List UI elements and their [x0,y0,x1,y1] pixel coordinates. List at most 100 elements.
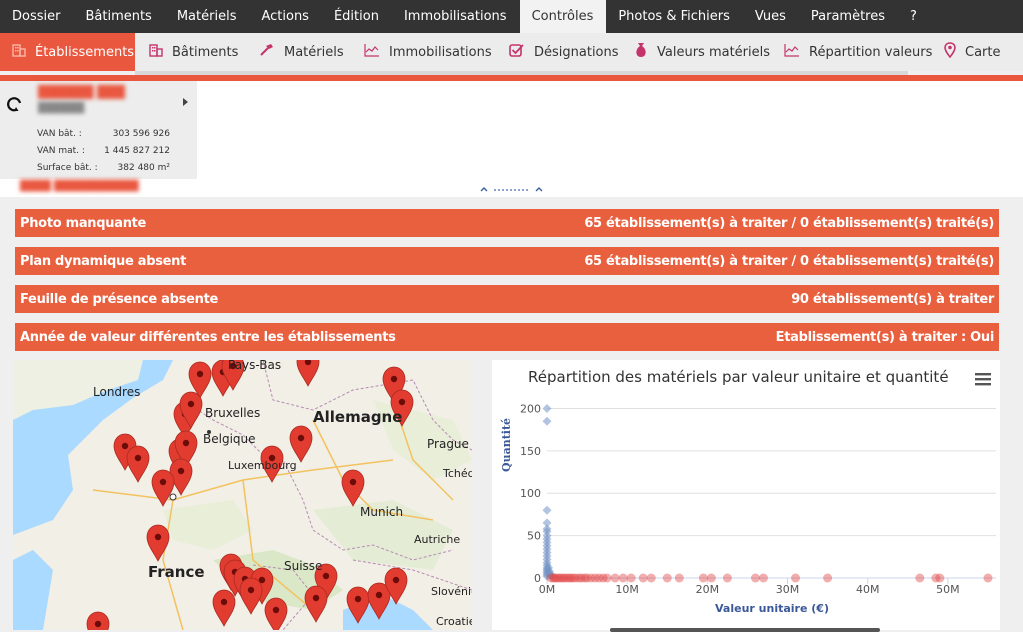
map-label: Bruxelles [205,406,261,420]
submenu-item-4[interactable]: Désignations [495,33,620,71]
money-bag-icon [634,42,648,62]
scatter-point-red [618,573,628,583]
control-banner[interactable]: Plan dynamique absent 65 établissement(s)… [15,247,999,275]
map-pin-marker[interactable] [264,597,288,630]
submenu-item-3[interactable]: Immobilisations [350,33,495,71]
scatter-point-red [602,573,612,583]
chart-icon [784,43,800,61]
menu-item-7[interactable]: Photos & Fichiers [606,0,743,33]
stat-label: Surface bât. : [37,163,98,173]
submenu-label: Matériels [284,44,344,60]
redacted-name: ██████ ███ [38,85,125,99]
submenu-item-6[interactable]: Répartition valeurs [770,33,933,71]
chart-scrollbar[interactable] [610,628,880,632]
map-pin-dot [349,478,357,486]
scatter-point-red [674,573,684,583]
map-pin-dot [390,375,398,383]
map-pin-marker[interactable] [151,469,175,507]
map-pin-dot [154,533,162,541]
control-status: 65 établissement(s) à traiter / 0 établi… [584,215,994,231]
submenu-label: Répartition valeurs [809,44,933,60]
submenu-label: Carte [965,44,1001,60]
map-pin-marker[interactable] [341,469,365,507]
map-label: Prague [427,437,469,451]
scatter-point-red [646,573,656,583]
map-pin-dot [159,478,167,486]
scatter-point-red [626,573,636,583]
submenu-item-2[interactable]: Matériels [245,33,350,71]
submenu-label: Établissements [35,44,135,60]
menu-item-3[interactable]: Actions [249,0,322,33]
map-pin-marker[interactable] [212,589,236,627]
submenu-item-0[interactable]: Établissements [0,33,135,71]
scatter-point-red [791,573,801,583]
stat-value: 1 445 827 212 [104,146,170,156]
submenu-item-7[interactable]: Carte [930,33,1023,71]
menu-item-10[interactable]: ? [898,0,930,33]
map-pin-dot [312,594,320,602]
scatter-point-red [983,573,993,583]
y-tick-label: 150 [520,445,541,458]
map-label: Croatie [436,615,472,628]
control-banner[interactable]: Feuille de présence absente 90 établissem… [15,285,999,313]
control-label: Plan dynamique absent [20,253,187,269]
scatter-point-red [706,573,716,583]
submenu-bar: Établissements Bâtiments Matériels Immobili… [0,33,1023,71]
establishments-map[interactable]: Londres Pays-Bas Bruxelles Belgique Luxembou… [13,360,472,630]
refresh-icon[interactable] [5,95,25,115]
map-label: Slovénie [431,585,472,598]
scatter-chart: Répartition des matériels par valeur uni… [492,360,1000,632]
map-pin-dot [177,467,185,475]
control-status: Etablissement(s) à traiter : Oui [775,329,995,345]
map-pin-marker[interactable] [126,445,150,483]
map-label: Suisse [284,559,323,573]
map-label: Pays-Bas [228,360,282,372]
scatter-point-red [823,573,833,583]
redacted-link: ████ ███████████ [20,181,139,192]
menu-item-9[interactable]: Paramètres [799,0,898,33]
menu-item-5[interactable]: Immobilisations [392,0,520,33]
menu-item-4[interactable]: Édition [322,0,392,33]
control-banner[interactable]: Photo manquante 65 établissement(s) à tra… [15,209,999,237]
x-tick-label: 0M [539,583,556,596]
submenu-label: Désignations [534,44,619,60]
map-pin-dot [272,606,280,614]
control-label: Photo manquante [20,215,147,231]
stat-value: 382 480 m² [117,163,170,173]
menu-item-0[interactable]: Dossier [0,0,73,33]
building-icon [12,43,26,61]
hammer-icon [259,43,275,61]
stat-label: VAN mat. : [37,146,85,156]
collapse-up-icon[interactable] [480,185,546,193]
map-pin-dot [196,370,204,378]
map-label: Munich [360,505,404,519]
scatter-point-red [750,573,760,583]
redacted-code: ██████ [38,103,85,114]
control-status: 90 établissement(s) à traiter [791,291,994,307]
control-label: Feuille de présence absente [20,291,218,307]
collapse-bar[interactable]: ████ ███████████ [0,179,1023,197]
map-pin-dot [297,434,305,442]
map-pin-marker[interactable] [289,425,313,463]
map-label: Autriche [414,533,461,546]
summary-card[interactable]: ██████ ███ ██████ VAN bât. : 303 596 926 V… [0,81,197,179]
map-pin-dot [398,398,406,406]
scatter-point-red [662,573,672,583]
map-pin-marker[interactable] [239,577,263,615]
map-label: France [148,563,205,581]
x-axis-title: Valeur unitaire (€) [715,602,829,615]
map-pin-marker[interactable] [304,585,328,623]
map-label: Belgique [203,432,256,446]
menu-item-8[interactable]: Vues [743,0,799,33]
menu-item-1[interactable]: Bâtiments [73,0,164,33]
submenu-item-5[interactable]: Valeurs matériels [620,33,770,71]
submenu-item-1[interactable]: Bâtiments [135,33,245,71]
menu-item-2[interactable]: Matériels [165,0,250,33]
menu-item-6[interactable]: Contrôles [519,0,607,33]
map-pin-icon [944,42,956,62]
map-pin-marker[interactable] [146,524,170,562]
scatter-point-red [610,573,620,583]
scatter-point-blue [542,416,552,426]
control-banner[interactable]: Année de valeur différentes entre les ét… [15,323,999,351]
chevron-right-icon[interactable] [182,97,190,107]
